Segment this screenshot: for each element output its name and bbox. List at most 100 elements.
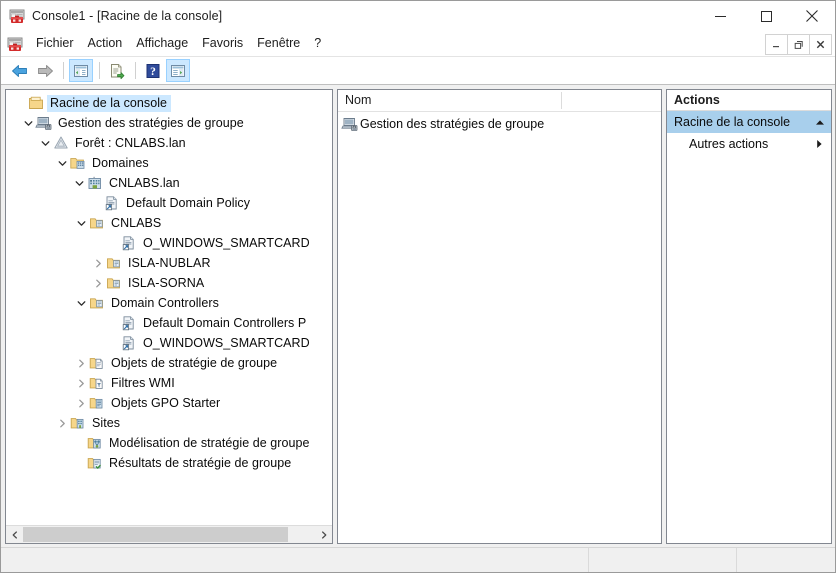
chevron-right-icon[interactable]	[73, 355, 89, 371]
scroll-left-button[interactable]	[6, 526, 23, 543]
console-tree-icon	[74, 64, 88, 77]
maximize-button[interactable]	[743, 1, 789, 31]
tree-node-filtres-wmi[interactable]: Filtres WMI	[6, 373, 332, 393]
show-hide-tree-button[interactable]	[69, 59, 93, 82]
mdi-close-icon	[816, 40, 825, 49]
actions-group-label: Racine de la console	[674, 115, 791, 129]
tree-node-default-domain-controllers-policy[interactable]: Default Domain Controllers P	[6, 313, 332, 333]
chevron-right-icon[interactable]	[54, 415, 70, 431]
mdi-close-button[interactable]	[809, 34, 832, 55]
tree-node-domain-controllers[interactable]: Domain Controllers	[6, 293, 332, 313]
mmc-console-icon	[9, 8, 25, 24]
gp-modeling-icon	[87, 435, 103, 451]
status-segment-2	[589, 548, 737, 572]
ou-folder-icon	[106, 255, 122, 271]
chevron-down-icon[interactable]	[73, 295, 89, 311]
scroll-right-button[interactable]	[315, 526, 332, 543]
expander-none	[105, 335, 121, 351]
tree-node-cnlabs-ou[interactable]: CNLABS	[6, 213, 332, 233]
mmc-console-window: Console1 - [Racine de la console] Fichie…	[0, 0, 836, 573]
mdi-window-controls	[765, 34, 832, 55]
tree-node-foret-cnlabs-lan[interactable]: Forêt : CNLABS.lan	[6, 133, 332, 153]
console-root-folder-icon	[28, 95, 44, 111]
tree-node-modelisation-de-strategie-de-groupe[interactable]: Modélisation de stratégie de groupe	[6, 433, 332, 453]
close-button[interactable]	[789, 1, 835, 31]
console-tree: Racine de la console Gestion des stratég…	[6, 90, 332, 525]
chevron-right-icon[interactable]	[90, 255, 106, 271]
help-question-icon: ?	[146, 63, 160, 78]
gpo-link-icon	[104, 195, 120, 211]
tree-node-default-domain-policy[interactable]: Default Domain Policy	[6, 193, 332, 213]
tree-node-label: Default Domain Policy	[126, 195, 251, 210]
export-list-button[interactable]	[105, 59, 129, 82]
tree-horizontal-scrollbar[interactable]	[6, 525, 332, 543]
chevron-right-icon[interactable]	[73, 395, 89, 411]
tree-node-label: Domaines	[92, 155, 149, 170]
actions-item-label: Autres actions	[689, 137, 769, 151]
gp-results-icon	[87, 455, 103, 471]
actions-pane-header: Actions	[667, 90, 831, 111]
mmc-console-icon	[7, 36, 23, 52]
chevron-right-icon[interactable]	[90, 275, 106, 291]
menu-fichier[interactable]: Fichier	[29, 33, 81, 54]
menu-fenetre[interactable]: Fenêtre	[250, 33, 307, 54]
actions-group-racine-de-la-console[interactable]: Racine de la console	[667, 111, 831, 133]
chevron-up-icon[interactable]	[815, 119, 825, 126]
menu-aide[interactable]: ?	[307, 33, 328, 54]
chevron-right-icon[interactable]	[816, 139, 823, 149]
action-pane-icon	[171, 64, 185, 77]
tree-node-isla-nublar[interactable]: ISLA-NUBLAR	[6, 253, 332, 273]
menu-action[interactable]: Action	[81, 33, 130, 54]
tree-node-cnlabs-lan[interactable]: CNLABS.lan	[6, 173, 332, 193]
show-action-pane-button[interactable]	[166, 59, 190, 82]
chevron-down-icon[interactable]	[71, 175, 87, 191]
tree-node-resultats-de-strategie-de-groupe[interactable]: Résultats de stratégie de groupe	[6, 453, 332, 473]
chevron-down-icon[interactable]	[20, 115, 36, 131]
tree-node-racine-de-la-console[interactable]: Racine de la console	[6, 93, 332, 113]
actions-item-autres-actions[interactable]: Autres actions	[667, 133, 831, 155]
chevron-down-icon[interactable]	[73, 215, 89, 231]
tree-node-objets-gpo-starter[interactable]: Objets GPO Starter	[6, 393, 332, 413]
export-list-icon	[111, 63, 125, 79]
maximize-icon	[760, 10, 772, 22]
tree-node-label: Modélisation de stratégie de groupe	[109, 435, 310, 450]
menu-favoris[interactable]: Favoris	[195, 33, 250, 54]
chevron-down-icon[interactable]	[54, 155, 70, 171]
tree-node-o-windows-smartcard-cnlabs[interactable]: O_WINDOWS_SMARTCARD	[6, 233, 332, 253]
column-header-empty[interactable]	[562, 90, 661, 111]
gpo-objects-folder-icon	[89, 355, 105, 371]
tree-node-o-windows-smartcard-dc[interactable]: O_WINDOWS_SMARTCARD	[6, 333, 332, 353]
tree-node-label: Default Domain Controllers P	[143, 315, 307, 330]
actions-pane-body	[667, 155, 831, 543]
starter-gpo-folder-icon	[89, 395, 105, 411]
tree-node-sites[interactable]: Sites	[6, 413, 332, 433]
chevron-down-icon[interactable]	[37, 135, 53, 151]
forest-icon	[53, 135, 69, 151]
back-button[interactable]	[8, 59, 32, 82]
mdi-restore-button[interactable]	[787, 34, 810, 55]
chevron-right-icon[interactable]	[73, 375, 89, 391]
tree-node-isla-sorna[interactable]: ISLA-SORNA	[6, 273, 332, 293]
domains-folder-icon	[70, 155, 86, 171]
tree-node-label: Gestion des stratégies de groupe	[58, 115, 244, 130]
scrollbar-track[interactable]	[23, 526, 315, 543]
mdi-minimize-button[interactable]	[765, 34, 788, 55]
toolbar-separator	[99, 62, 100, 79]
list-item[interactable]: Gestion des stratégies de groupe	[338, 114, 661, 133]
tree-node-label: Résultats de stratégie de groupe	[109, 455, 292, 470]
tree-node-objets-de-strategie-de-groupe[interactable]: Objets de stratégie de groupe	[6, 353, 332, 373]
tree-node-label: O_WINDOWS_SMARTCARD	[143, 235, 310, 250]
arrow-right-icon	[38, 64, 53, 77]
menu-affichage[interactable]: Affichage	[129, 33, 195, 54]
forward-button[interactable]	[33, 59, 57, 82]
tree-node-domaines[interactable]: Domaines	[6, 153, 332, 173]
toolbar-separator	[63, 62, 64, 79]
tree-node-label: CNLABS.lan	[109, 175, 180, 190]
tree-node-gestion-des-strategies-de-groupe[interactable]: Gestion des stratégies de groupe	[6, 113, 332, 133]
scrollbar-thumb[interactable]	[23, 527, 288, 542]
arrow-left-icon	[12, 64, 27, 77]
ou-folder-icon	[89, 215, 105, 231]
help-button[interactable]: ?	[141, 59, 165, 82]
column-header-nom[interactable]: Nom	[338, 90, 562, 111]
minimize-button[interactable]	[697, 1, 743, 31]
